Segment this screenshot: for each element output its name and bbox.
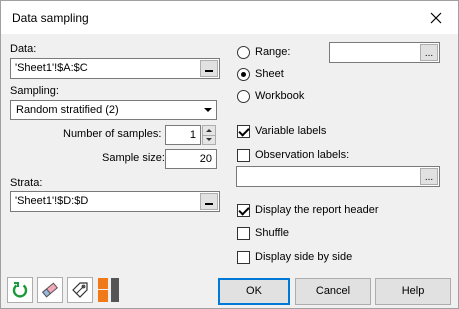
help-button[interactable]: Help [375, 278, 451, 305]
observation-labels-label: Observation labels: [255, 149, 350, 161]
strata-range-field[interactable]: 'Sheet1'!$D:$D [10, 191, 220, 212]
shuffle-label: Shuffle [255, 227, 290, 239]
observation-labels-field[interactable] [236, 166, 440, 187]
variable-labels-label: Variable labels [255, 125, 327, 137]
variable-labels-checkbox[interactable] [237, 125, 250, 138]
num-samples-value: 1 [189, 129, 196, 141]
tag-icon [72, 282, 88, 298]
sampling-select[interactable]: Random stratified (2) [10, 100, 217, 120]
reset-icon [12, 282, 28, 298]
close-button[interactable] [414, 1, 458, 34]
cancel-button[interactable]: Cancel [295, 278, 371, 305]
range-input-field[interactable] [329, 42, 440, 63]
close-icon [430, 12, 442, 23]
dialog-title: Data sampling [12, 11, 89, 25]
workbook-radio[interactable] [237, 90, 250, 103]
strata-range-select-button[interactable] [200, 193, 218, 210]
data-range-field[interactable]: 'Sheet1'!$A:$C [10, 58, 220, 79]
num-samples-label: Number of samples: [63, 128, 162, 140]
eraser-icon [42, 282, 58, 298]
dialog-window: Data sampling Data: 'Sheet1'!$A:$C Sampl… [0, 0, 459, 309]
range-browse-button[interactable] [420, 44, 438, 61]
strata-label: Strata: [10, 177, 43, 189]
arrow-down-icon[interactable] [206, 138, 212, 141]
display-side-by-side-label: Display side by side [255, 251, 353, 263]
sample-size-value: 20 [199, 153, 212, 165]
range-radio-label: Range: [255, 46, 291, 58]
data-range-select-button[interactable] [200, 60, 218, 77]
arrow-up-icon[interactable] [206, 129, 212, 132]
stepper-divider [203, 135, 215, 136]
display-report-header-label: Display the report header [255, 204, 379, 216]
num-samples-input[interactable]: 1 [165, 125, 201, 145]
shuffle-checkbox[interactable] [237, 227, 250, 240]
observation-labels-browse-button[interactable] [420, 168, 438, 185]
observation-labels-checkbox[interactable] [237, 149, 250, 162]
data-range-value: 'Sheet1'!$A:$C [15, 62, 88, 74]
range-radio[interactable] [237, 46, 250, 59]
labels-button[interactable] [67, 277, 93, 303]
display-side-by-side-checkbox[interactable] [237, 251, 250, 264]
sheet-radio[interactable] [237, 68, 250, 81]
num-samples-stepper[interactable] [202, 125, 216, 145]
display-report-header-checkbox[interactable] [237, 204, 250, 217]
sample-size-label: Sample size: [102, 152, 165, 164]
ok-button[interactable]: OK [218, 278, 290, 305]
clear-button[interactable] [37, 277, 63, 303]
data-label: Data: [10, 43, 37, 55]
chevron-down-icon [204, 108, 212, 112]
sampling-selected: Random stratified (2) [16, 104, 119, 116]
strata-range-value: 'Sheet1'!$D:$D [15, 195, 89, 207]
sheet-radio-label: Sheet [255, 68, 284, 80]
workbook-radio-label: Workbook [255, 90, 305, 102]
reset-button[interactable] [7, 277, 33, 303]
sampling-label: Sampling: [10, 85, 59, 97]
color-palette-icon [98, 278, 119, 302]
color-palette-button[interactable] [97, 277, 123, 303]
sample-size-input[interactable]: 20 [165, 149, 217, 169]
title-bar: Data sampling [1, 1, 458, 34]
